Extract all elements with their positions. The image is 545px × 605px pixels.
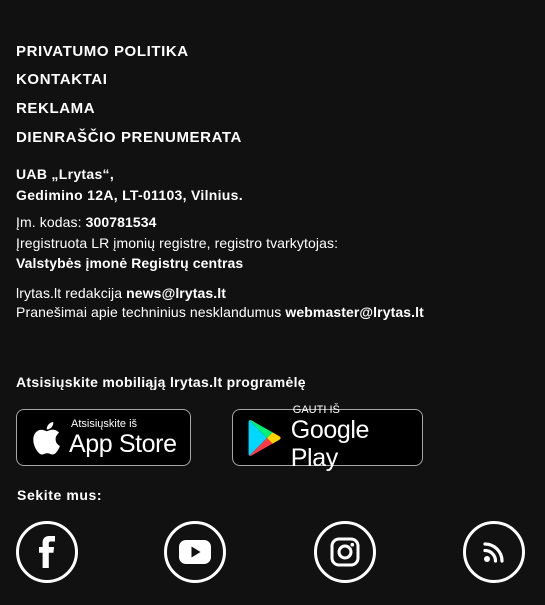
follow-us-title: Sekite mus: — [17, 487, 103, 503]
company-code-value: 300781534 — [85, 214, 157, 230]
google-play-text: GAUTI IŠ Google Play — [291, 404, 422, 472]
tech-label: Pranešimai apie techninius nesklandumus — [16, 304, 282, 320]
tech-line: Pranešimai apie techninius nesklandumus … — [16, 303, 424, 322]
youtube-button[interactable] — [164, 521, 226, 583]
editorial-label: lrytas.lt redakcija — [16, 285, 123, 301]
subscription-link[interactable]: DIENRAŠČIO PRENUMERATA — [16, 129, 242, 147]
registry-text: Įregistruota LR įmonių registre, registr… — [16, 235, 339, 251]
facebook-button[interactable] — [16, 521, 78, 583]
advertising-link[interactable]: REKLAMA — [16, 100, 95, 118]
contacts-link[interactable]: KONTAKTAI — [16, 71, 108, 89]
google-play-big-label: Google Play — [290, 415, 370, 472]
company-code-label: Įm. kodas: — [16, 214, 82, 230]
editorial-line: lrytas.lt redakcija news@lrytas.lt — [16, 284, 226, 303]
app-store-text: Atsisiųskite iš App Store — [69, 418, 177, 458]
rss-icon — [483, 542, 504, 563]
rss-button[interactable] — [463, 521, 525, 583]
webmaster-email-link[interactable]: webmaster@lrytas.lt — [285, 304, 424, 320]
company-code-line: Įm. kodas: 300781534 — [16, 213, 157, 232]
company-address: Gedimino 12A, LT-01103, Vilnius. — [16, 187, 243, 203]
facebook-icon — [39, 536, 55, 568]
app-download-title: Atsisiųskite mobiliąją lrytas.lt program… — [16, 374, 306, 390]
editorial-email-link[interactable]: news@lrytas.lt — [126, 285, 226, 301]
instagram-icon — [330, 537, 360, 567]
privacy-policy-link[interactable]: PRIVATUMO POLITIKA — [16, 43, 189, 61]
app-store-button[interactable]: Atsisiųskite iš App Store — [16, 409, 191, 466]
youtube-icon — [179, 540, 211, 564]
company-info: UAB „Lrytas“, Gedimino 12A, LT-01103, Vi… — [16, 164, 243, 206]
registry-holder: Valstybės įmonė Registrų centras — [16, 255, 244, 271]
google-play-button[interactable]: GAUTI IŠ Google Play — [232, 404, 423, 472]
app-store-big-label: App Store — [69, 429, 177, 458]
google-play-icon — [239, 419, 291, 457]
company-name: UAB „Lrytas“, — [16, 166, 115, 182]
app-store-small-label: Atsisiųskite iš — [71, 417, 138, 430]
google-play-small-label: GAUTI IŠ — [292, 403, 340, 416]
apple-icon — [23, 421, 69, 455]
instagram-button[interactable] — [314, 521, 376, 583]
